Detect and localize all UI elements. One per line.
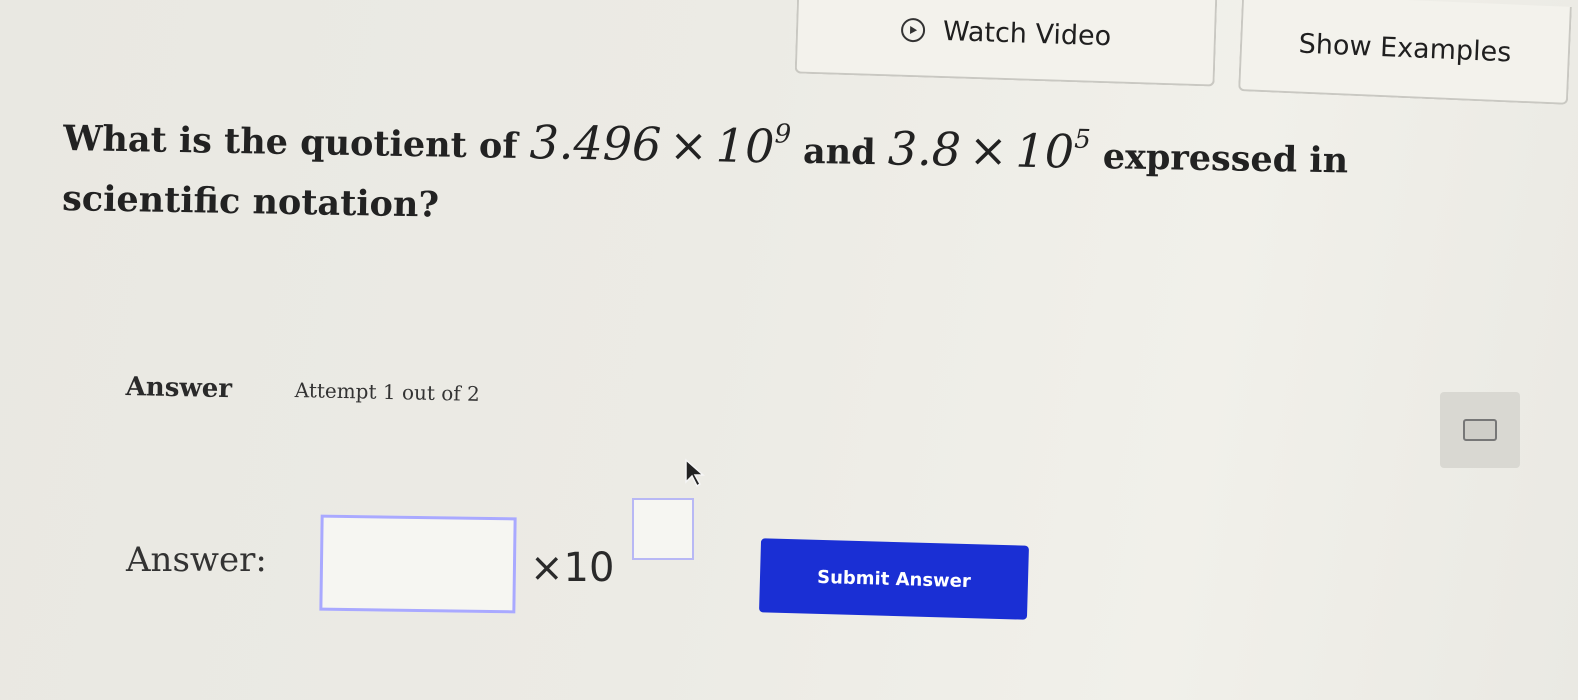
mantissa-input[interactable] [319,514,517,614]
show-examples-label: Show Examples [1298,28,1512,68]
second-coefficient: 3.8 [887,121,962,177]
question-text: What is the quotient of 3.496 × 109 and 3.… [62,92,1504,254]
answer-heading: Answer [125,372,233,405]
second-times-sign: × [968,122,1009,178]
first-base: 10 [715,118,775,174]
show-examples-button[interactable]: Show Examples [1238,0,1572,105]
question-text-before: What is the quotient of [62,117,518,167]
watch-video-button[interactable]: Watch Video [794,0,1218,87]
question-text-and: and [802,130,876,174]
second-number: 3.8 × 105 [887,121,1091,179]
times-ten-label: ×10 [530,545,615,591]
attempt-counter: Attempt 1 out of 2 [294,378,481,406]
calculator-icon [1463,419,1497,441]
second-base: 10 [1015,123,1075,179]
submit-answer-button[interactable]: Submit Answer [759,538,1029,620]
first-times-sign: × [668,117,709,173]
mouse-cursor-icon [684,458,706,492]
play-circle-icon [900,17,926,43]
first-exponent: 9 [774,119,792,150]
first-number: 3.496 × 109 [529,115,791,174]
second-exponent: 5 [1074,124,1092,155]
calculator-button[interactable] [1440,392,1520,468]
watch-video-label: Watch Video [942,15,1112,52]
first-coefficient: 3.496 [529,115,662,172]
answer-label: Answer: [126,540,267,580]
exponent-input[interactable] [632,498,694,560]
